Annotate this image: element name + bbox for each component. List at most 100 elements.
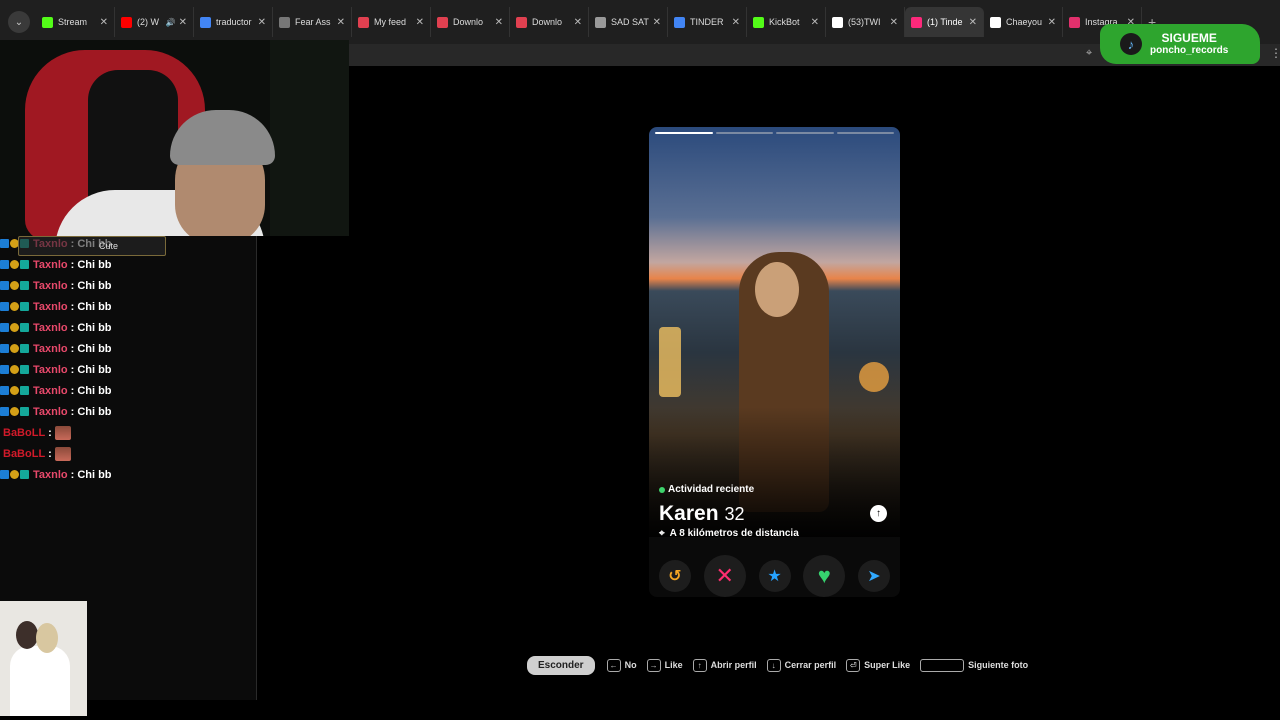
tab-close-icon[interactable]: ✕ xyxy=(495,17,503,28)
profile-photo[interactable] xyxy=(649,127,900,537)
shortcut-label: Cerrar perfil xyxy=(784,660,837,670)
chat-username[interactable]: Taxnlo xyxy=(33,469,68,481)
chat-username[interactable]: BaBoLL xyxy=(3,448,45,460)
close-icon: ✕ xyxy=(715,563,734,588)
chat-username[interactable]: Taxnlo xyxy=(33,385,68,397)
subscriber-badge-icon xyxy=(10,281,19,290)
tab-close-icon[interactable]: ✕ xyxy=(1048,17,1056,28)
tab-favicon-icon xyxy=(753,16,764,28)
browser-tab[interactable]: (2) W 🔊 ✕ xyxy=(115,7,194,37)
photo-progress-segment[interactable] xyxy=(655,132,713,134)
tab-label: Stream xyxy=(58,17,88,27)
verified-badge-icon xyxy=(0,407,9,416)
browser-tab[interactable]: My feed ✕ xyxy=(352,7,431,37)
browser-tab[interactable]: KickBot ✕ xyxy=(747,7,826,37)
distance-label: A 8 kilómetros de distancia xyxy=(669,528,799,539)
tab-close-icon[interactable]: ✕ xyxy=(969,17,977,28)
keycap-icon xyxy=(920,658,965,672)
browser-tab[interactable]: Chaeyou ✕ xyxy=(984,7,1063,37)
profile-card[interactable]: Actividad reciente Karen 32 ↑ ⌖ A 8 kiló… xyxy=(649,127,900,597)
tab-close-icon[interactable]: ✕ xyxy=(416,17,424,28)
browser-tab[interactable]: (53)TWI ✕ xyxy=(826,7,905,37)
tab-favicon-icon xyxy=(279,16,290,28)
tab-search-dropdown-icon[interactable]: ⌄ xyxy=(8,11,30,33)
shortcut-item: → Like xyxy=(646,658,683,672)
browser-tab[interactable]: (1) Tinde ✕ xyxy=(905,7,984,37)
chat-separator: : xyxy=(70,258,75,271)
tab-close-icon[interactable]: ✕ xyxy=(653,17,661,28)
browser-tab[interactable]: Downlo ✕ xyxy=(510,7,589,37)
tab-close-icon[interactable]: ✕ xyxy=(890,17,898,28)
tab-label: (1) Tinde xyxy=(927,17,963,27)
tab-favicon-icon xyxy=(832,16,843,28)
chat-username[interactable]: Taxnlo xyxy=(33,259,68,271)
keyboard-shortcuts-bar: Esconder ← No → Like ↑ Abrir perfil ↓ Cerrar pe… xyxy=(527,655,1038,675)
chat-text: Chi bb xyxy=(77,300,112,313)
chat-text: Chi bb xyxy=(77,258,112,271)
like-button[interactable]: ♥ xyxy=(803,555,846,597)
subscriber-badge-icon xyxy=(10,386,19,395)
keycap-icon: ↓ xyxy=(766,658,781,672)
shortcut-item: ↑ Abrir perfil xyxy=(692,658,757,672)
profile-name: Karen xyxy=(659,502,719,525)
chat-username[interactable]: Taxnlo xyxy=(33,406,68,418)
tab-favicon-icon xyxy=(358,16,369,28)
browser-tab[interactable]: Downlo ✕ xyxy=(431,7,510,37)
tab-close-icon[interactable]: ✕ xyxy=(574,17,582,28)
star-icon: ★ xyxy=(767,568,782,585)
chat-message: Taxnlo:Chi bb xyxy=(0,338,112,359)
browser-menu-icon[interactable]: ⋮ xyxy=(1270,46,1280,60)
emote-tooltip-label: Cute xyxy=(99,241,119,251)
gift-badge-icon xyxy=(20,365,29,374)
browser-tab[interactable]: traductor ✕ xyxy=(194,7,273,37)
photo-progress-segment[interactable] xyxy=(715,132,773,134)
tab-close-icon[interactable]: ✕ xyxy=(179,17,187,28)
profile-age: 32 xyxy=(724,504,745,524)
location-icon[interactable]: ⌖ xyxy=(1086,47,1092,60)
chat-username[interactable]: Taxnlo xyxy=(33,343,68,355)
browser-tab[interactable]: SAD SAT ✕ xyxy=(589,7,668,37)
keycap-icon: ← xyxy=(606,658,621,672)
browser-tab[interactable]: TINDER ✕ xyxy=(668,7,747,37)
tab-label: Fear Ass xyxy=(295,17,331,27)
open-profile-button[interactable]: ↑ xyxy=(870,505,887,522)
subscriber-badge-icon xyxy=(10,260,19,269)
super-like-button[interactable]: ★ xyxy=(758,560,791,592)
chat-separator: : xyxy=(70,405,75,418)
gift-badge-icon xyxy=(20,344,29,353)
tab-close-icon[interactable]: ✕ xyxy=(811,17,819,28)
verified-badge-icon xyxy=(0,470,9,479)
hide-shortcuts-button[interactable]: Esconder xyxy=(527,655,595,675)
tab-close-icon[interactable]: ✕ xyxy=(258,17,266,28)
chat-separator: : xyxy=(70,300,75,313)
tab-close-icon[interactable]: ✕ xyxy=(732,17,740,28)
tab-close-icon[interactable]: ✕ xyxy=(100,17,108,28)
chat-separator: : xyxy=(70,363,75,376)
tab-favicon-icon xyxy=(595,16,606,28)
rewind-button[interactable]: ↺ xyxy=(659,560,691,592)
chat-username[interactable]: Taxnlo xyxy=(33,280,68,292)
couple-photo xyxy=(0,601,87,716)
verified-badge-icon xyxy=(0,302,9,311)
chat-username[interactable]: BaBoLL xyxy=(3,427,45,439)
name-age-row: Karen 32 xyxy=(659,502,745,526)
photo-progress-segment[interactable] xyxy=(836,132,894,134)
boost-button[interactable]: ➤ xyxy=(858,560,890,592)
browser-tab[interactable]: Fear Ass ✕ xyxy=(273,7,352,37)
verified-badge-icon xyxy=(0,323,9,332)
keycap-icon: ⏎ xyxy=(846,658,861,672)
photo-progress-segment[interactable] xyxy=(776,132,834,134)
gift-badge-icon xyxy=(20,470,29,479)
speaker-icon[interactable]: 🔊 xyxy=(166,18,176,27)
verified-badge-icon xyxy=(0,365,9,374)
chat-username[interactable]: Taxnlo xyxy=(33,364,68,376)
verified-badge-icon xyxy=(0,260,9,269)
chat-username[interactable]: Taxnlo xyxy=(33,301,68,313)
nope-button[interactable]: ✕ xyxy=(703,555,746,597)
chat-username[interactable]: Taxnlo xyxy=(33,322,68,334)
chat-separator: : xyxy=(70,321,75,334)
browser-tab[interactable]: Stream ✕ xyxy=(36,7,115,37)
tab-label: SAD SAT xyxy=(611,17,649,27)
tab-favicon-icon xyxy=(437,16,448,28)
tab-close-icon[interactable]: ✕ xyxy=(337,17,345,28)
